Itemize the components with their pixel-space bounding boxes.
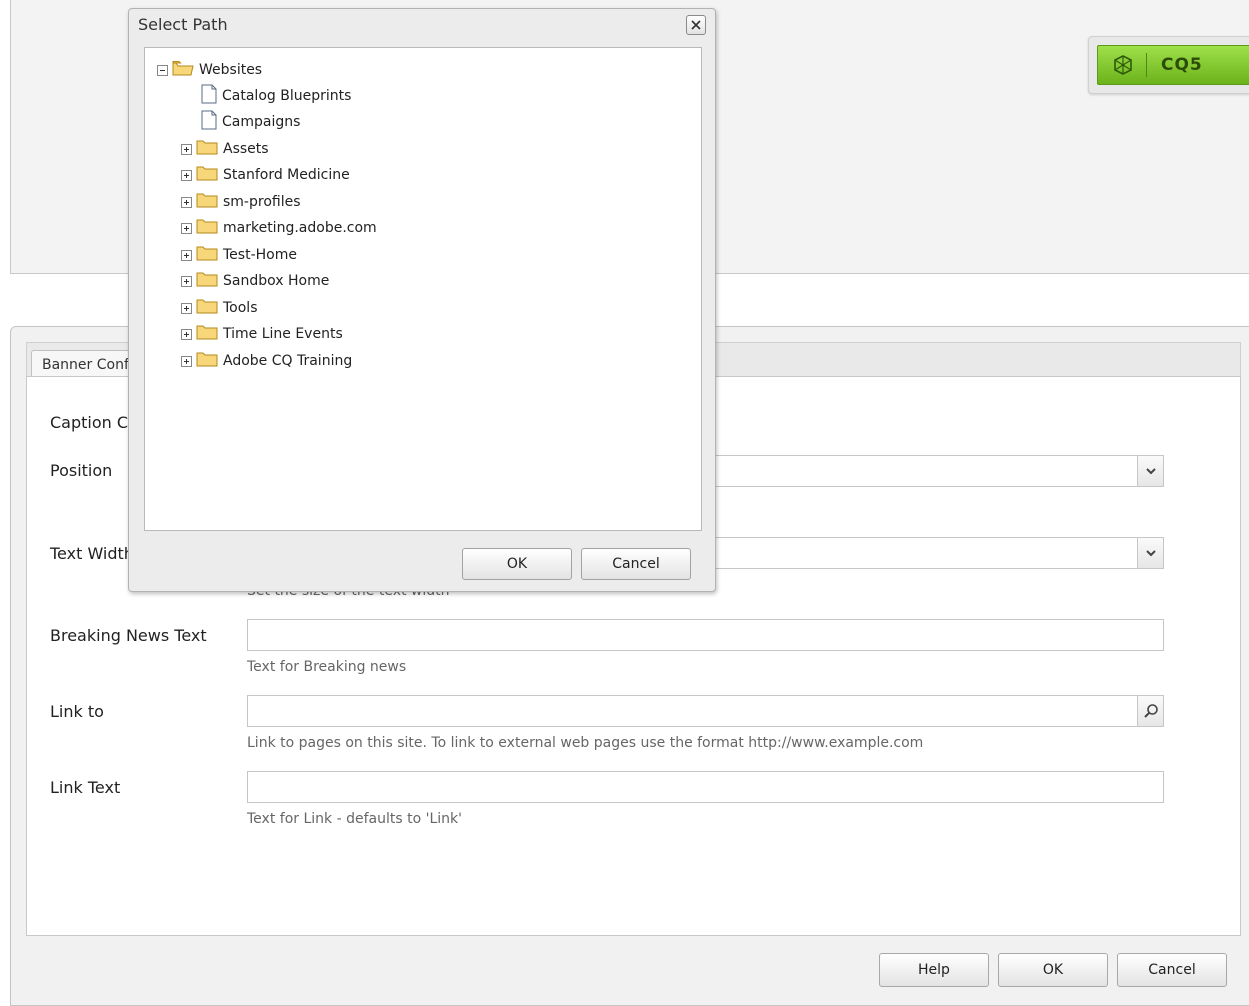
tree-node-folder[interactable]: marketing.adobe.com: [181, 217, 377, 239]
tree-expand-icon[interactable]: [181, 275, 192, 287]
cq5-logo-icon: [1112, 54, 1134, 76]
tree-label: Adobe CQ Training: [223, 353, 353, 369]
folder-icon: [196, 218, 218, 238]
breaking-news-label: Breaking News Text: [50, 626, 207, 645]
folder-open-icon: [172, 60, 194, 80]
tree-expand-icon[interactable]: [181, 355, 192, 367]
folder-icon: [196, 245, 218, 265]
tree-label: Websites: [199, 62, 263, 78]
page-icon: [201, 84, 217, 108]
tree-label: sm-profiles: [223, 194, 301, 210]
tree-label: Catalog Blueprints: [222, 88, 352, 104]
tree-label: Sandbox Home: [223, 273, 330, 289]
tree-node-folder[interactable]: sm-profiles: [181, 191, 301, 213]
tree-node-folder[interactable]: Stanford Medicine: [181, 164, 350, 186]
tree-expand-icon[interactable]: [181, 169, 192, 181]
tree-expand-icon[interactable]: [181, 222, 192, 234]
path-tree: Websites Catalog Blueprints Campaigns As…: [144, 47, 702, 531]
tree-node-folder[interactable]: Adobe CQ Training: [181, 350, 352, 372]
link-to-help: Link to pages on this site. To link to e…: [247, 735, 924, 751]
link-text-help: Text for Link - defaults to 'Link': [247, 811, 462, 827]
link-to-input[interactable]: [247, 695, 1164, 727]
folder-icon: [196, 192, 218, 212]
cq5-button[interactable]: CQ5: [1097, 45, 1249, 85]
tree-node-folder[interactable]: Time Line Events: [181, 323, 343, 345]
breaking-news-input[interactable]: [247, 619, 1164, 651]
tree-label: Test-Home: [223, 247, 297, 263]
tree-expand-icon[interactable]: [181, 328, 192, 340]
ok-button[interactable]: OK: [998, 953, 1108, 987]
tree-expand-icon[interactable]: [181, 196, 192, 208]
folder-icon: [196, 351, 218, 371]
tree-node-folder[interactable]: Sandbox Home: [181, 270, 329, 292]
text-width-label: Text Width: [50, 544, 134, 563]
select-path-cancel-button[interactable]: Cancel: [581, 548, 691, 580]
search-icon[interactable]: [1137, 696, 1163, 726]
tree-label: Assets: [223, 141, 269, 157]
chevron-down-icon[interactable]: [1137, 538, 1163, 568]
tree-collapse-icon[interactable]: [157, 64, 168, 76]
help-button[interactable]: Help: [879, 953, 989, 987]
tree-expand-icon[interactable]: [181, 143, 192, 155]
cq5-badge[interactable]: CQ5: [1088, 36, 1249, 94]
folder-icon: [196, 165, 218, 185]
link-to-label: Link to: [50, 702, 104, 721]
tree-label: Campaigns: [222, 114, 301, 130]
cq5-separator: [1146, 53, 1147, 77]
tree-node-page[interactable]: Catalog Blueprints: [201, 84, 352, 108]
position-label: Position: [50, 461, 113, 480]
link-text-label: Link Text: [50, 778, 121, 797]
tree-expand-icon[interactable]: [181, 302, 192, 314]
close-icon[interactable]: [686, 15, 706, 35]
chevron-down-icon[interactable]: [1137, 456, 1163, 486]
tree-node-folder[interactable]: Assets: [181, 138, 269, 160]
tree-label: marketing.adobe.com: [223, 220, 377, 236]
select-path-title: Select Path: [138, 15, 228, 34]
tree-label: Stanford Medicine: [223, 167, 350, 183]
link-text-input[interactable]: [247, 771, 1164, 803]
page-icon: [201, 110, 217, 134]
tree-expand-icon[interactable]: [181, 249, 192, 261]
cq5-label: CQ5: [1161, 55, 1203, 75]
folder-icon: [196, 139, 218, 159]
select-path-ok-button[interactable]: OK: [462, 548, 572, 580]
folder-icon: [196, 271, 218, 291]
tree-label: Time Line Events: [223, 326, 343, 342]
select-path-dialog: Select Path Websites Catalog Blueprints …: [128, 8, 716, 592]
tree-label: Tools: [223, 300, 258, 316]
breaking-news-help: Text for Breaking news: [247, 659, 407, 675]
folder-icon: [196, 298, 218, 318]
folder-icon: [196, 324, 218, 344]
tree-node-websites[interactable]: Websites: [157, 59, 262, 81]
tree-node-folder[interactable]: Tools: [181, 297, 258, 319]
cancel-button[interactable]: Cancel: [1117, 953, 1227, 987]
tree-node-page[interactable]: Campaigns: [201, 110, 301, 134]
tree-node-folder[interactable]: Test-Home: [181, 244, 297, 266]
